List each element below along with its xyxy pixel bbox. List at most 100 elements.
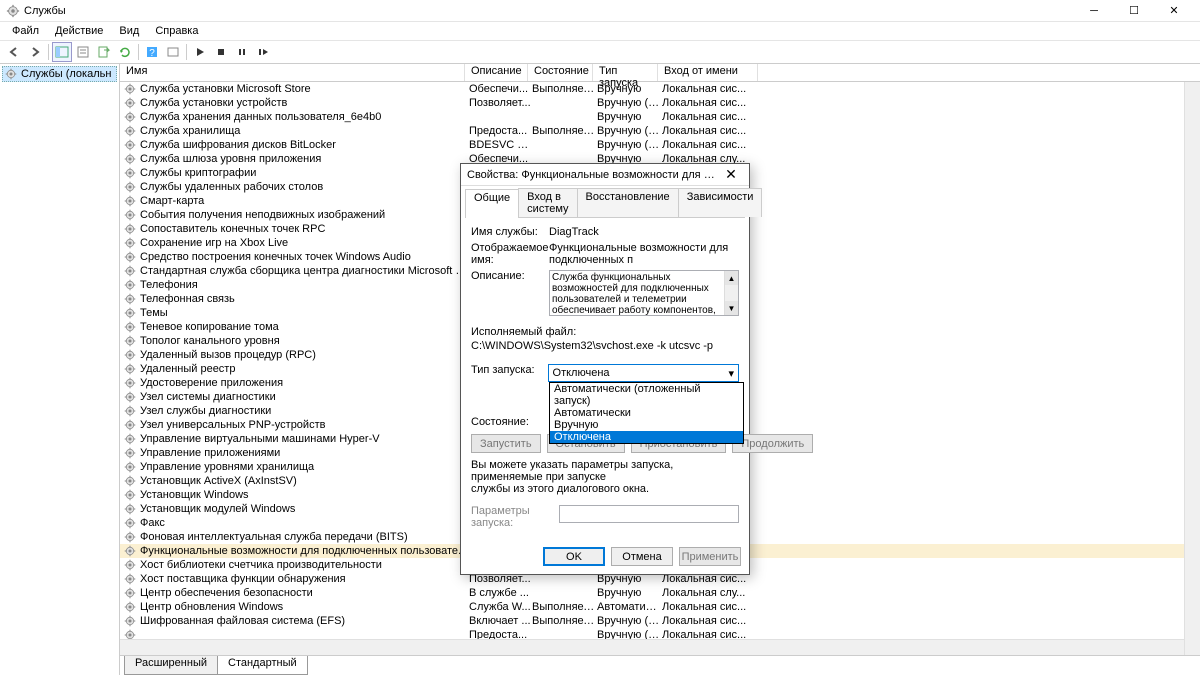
dialog-close-button[interactable]: ✕ [719,166,743,183]
service-row[interactable]: Предоста...Вручную (ак...Локальная сис..… [120,628,1200,639]
service-name: Установщик ActiveX (AxInstSV) [140,475,469,487]
gear-icon [124,139,136,151]
col-logon-as[interactable]: Вход от имени [658,64,758,81]
col-startup-type[interactable]: Тип запуска [593,64,658,81]
vertical-scrollbar[interactable] [1184,82,1200,655]
startup-type-dropdown[interactable]: Автоматически (отложенный запуск)Автомат… [549,382,744,444]
service-row[interactable]: Служба шифрования дисков BitLockerBDESVC… [120,138,1200,152]
service-name: Смарт-карта [140,195,469,207]
service-row[interactable]: Служба хранилищаПредоста...ВыполняетсяВр… [120,124,1200,138]
service-row[interactable]: Служба установки устройствПозволяет...Вр… [120,96,1200,110]
service-name: Сохранение игр на Xbox Live [140,237,469,249]
maximize-button[interactable]: ☐ [1114,1,1154,21]
service-name: Служба хранения данных пользователя_6e4b… [140,111,469,123]
service-name: Функциональные возможности для подключен… [140,545,469,557]
back-button[interactable] [4,42,24,62]
scroll-down-icon[interactable]: ▼ [725,301,738,315]
gear-icon [124,475,136,487]
restart-service-button[interactable] [253,42,273,62]
tab-dependencies[interactable]: Зависимости [678,188,763,217]
startup-option[interactable]: Автоматически [550,407,743,419]
service-name: Сопоставитель конечных точек RPC [140,223,469,235]
tab-recovery[interactable]: Восстановление [577,188,679,217]
startup-option[interactable]: Отключена [550,431,743,443]
forward-button[interactable] [25,42,45,62]
col-name[interactable]: Имя [120,64,465,81]
start-service-button[interactable] [190,42,210,62]
tab-extended[interactable]: Расширенный [124,656,218,675]
minimize-button[interactable]: ─ [1074,1,1114,21]
toolbar: ? [0,40,1200,64]
stop-service-button[interactable] [211,42,231,62]
dialog-titlebar[interactable]: Свойства: Функциональные возможности для… [461,164,749,186]
help-button[interactable]: ? [142,42,162,62]
service-name: Удаленный реестр [140,363,469,375]
show-hide-tree-button[interactable] [52,42,72,62]
label-startup-type: Тип запуска: [471,364,548,382]
gear-icon [124,125,136,137]
service-row[interactable]: Центр обеспечения безопасностиВ службе .… [120,586,1200,600]
service-name: Служба шлюза уровня приложения [140,153,469,165]
cancel-button[interactable]: Отмена [611,547,673,566]
service-name: Установщик модулей Windows [140,503,469,515]
tree-pane: Службы (локальн [0,64,120,675]
gear-icon [124,153,136,165]
tab-standard[interactable]: Стандартный [217,656,308,675]
close-button[interactable]: ✕ [1154,1,1194,21]
description-scrollbar[interactable]: ▲ ▼ [724,271,738,315]
apply-button[interactable]: Применить [679,547,741,566]
menu-action[interactable]: Действие [47,23,111,39]
service-name: Узел службы диагностики [140,405,469,417]
list-header: Имя Описание Состояние Тип запуска Вход … [120,64,1200,82]
tab-general[interactable]: Общие [465,189,519,218]
service-state: Выполняется [532,125,597,137]
service-name: Управление виртуальными машинами Hyper-V [140,433,469,445]
menu-view[interactable]: Вид [111,23,147,39]
start-params-input[interactable] [559,505,739,523]
startup-option[interactable]: Автоматически (отложенный запуск) [550,383,743,407]
description-text: Служба функциональных возможностей для п… [552,272,736,316]
export-button[interactable] [94,42,114,62]
service-row[interactable]: Центр обновления WindowsСлужба W...Выпол… [120,600,1200,614]
tree-node-services-local[interactable]: Службы (локальн [2,66,117,82]
service-row[interactable]: Служба хранения данных пользователя_6e4b… [120,110,1200,124]
service-state: Выполняется [532,615,597,627]
col-description[interactable]: Описание [465,64,528,81]
menu-file[interactable]: Файл [4,23,47,39]
scroll-up-icon[interactable]: ▲ [725,271,738,285]
properties-button[interactable] [73,42,93,62]
service-desc: BDESVC пр... [469,139,532,151]
col-state[interactable]: Состояние [528,64,593,81]
gear-icon [124,461,136,473]
service-name: События получения неподвижных изображени… [140,209,469,221]
startup-option[interactable]: Вручную [550,419,743,431]
start-button[interactable]: Запустить [471,434,541,453]
service-start: Вручную [597,111,662,123]
tb-icon[interactable] [163,42,183,62]
service-logon: Локальная сис... [662,615,762,627]
service-row[interactable]: Шифрованная файловая система (EFS)Включа… [120,614,1200,628]
service-name: Центр обеспечения безопасности [140,587,469,599]
pause-service-button[interactable] [232,42,252,62]
ok-button[interactable]: OK [543,547,605,566]
horizontal-scrollbar[interactable] [120,639,1200,655]
gear-icon [124,405,136,417]
refresh-button[interactable] [115,42,135,62]
menu-help[interactable]: Справка [147,23,206,39]
service-name: Удаленный вызов процедур (RPC) [140,349,469,361]
service-desc: Предоста... [469,125,532,137]
service-state: Выполняется [532,83,597,95]
service-name: Хост библиотеки счетчика производительно… [140,559,469,571]
tab-logon[interactable]: Вход в систему [518,188,577,217]
service-name: Службы удаленных рабочих столов [140,181,469,193]
value-service-name: DiagTrack [549,226,739,238]
gear-icon [124,195,136,207]
service-name: Факс [140,517,469,529]
startup-type-select[interactable]: Отключена ▾ [548,364,739,382]
label-service-name: Имя службы: [471,226,549,238]
resume-button[interactable]: Продолжить [732,434,813,453]
service-row[interactable]: Служба установки Microsoft StoreОбеспечи… [120,82,1200,96]
description-textarea[interactable]: Служба функциональных возможностей для п… [549,270,739,316]
value-display-name: Функциональные возможности для подключен… [549,242,739,266]
service-start: Вручную [597,83,662,95]
